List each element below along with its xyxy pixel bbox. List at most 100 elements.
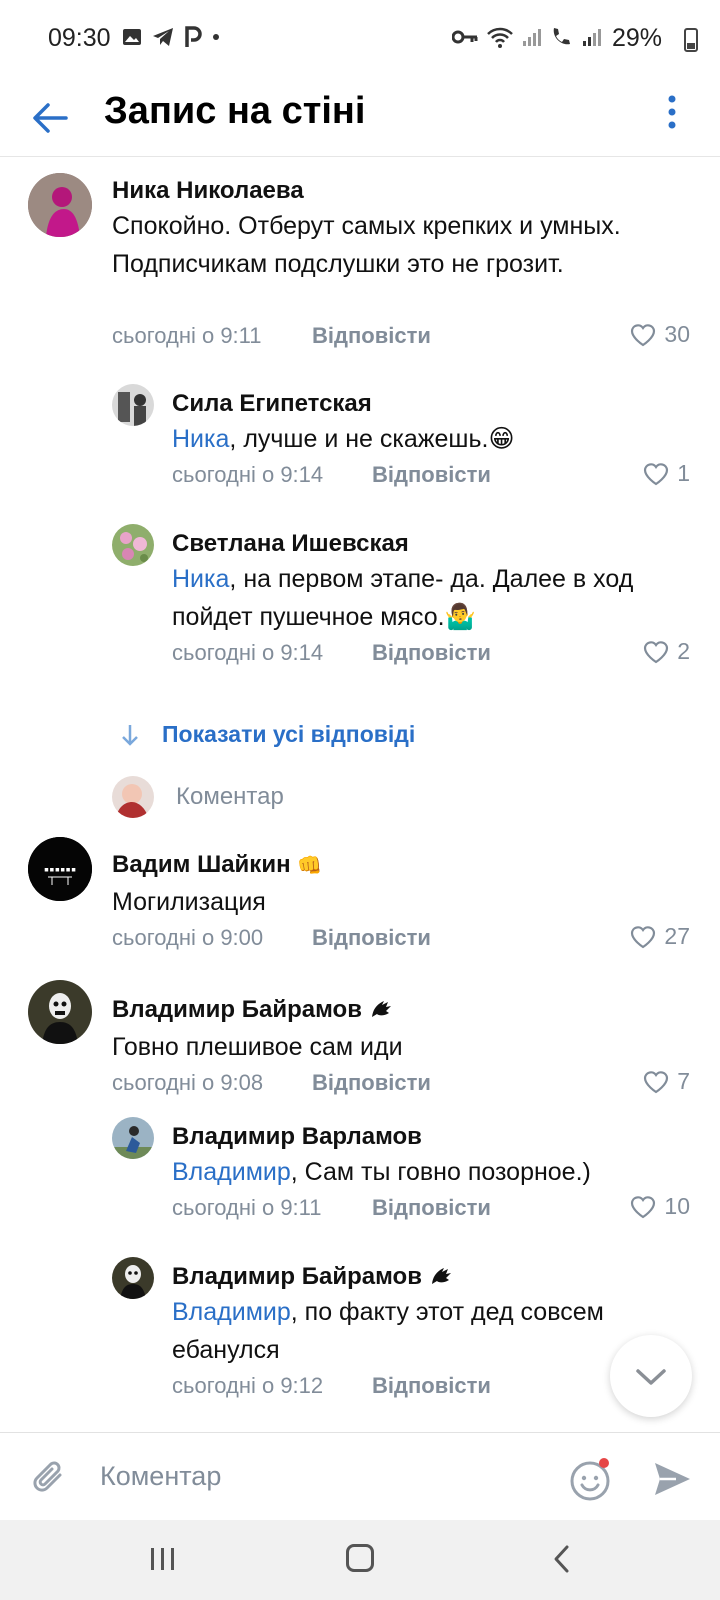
heart-icon [644,640,669,663]
attach-icon[interactable] [30,1457,70,1499]
comment-author[interactable]: Вадим Шайкин 👊 [112,851,322,879]
gallery-icon [123,29,141,45]
like-button[interactable]: 10 [630,1193,690,1220]
like-button[interactable]: 27 [630,923,690,950]
comment: Ника Николаева Спокойно. Отберут самых к… [0,157,720,357]
like-button[interactable]: 30 [630,321,690,348]
arrow-down-icon [122,724,138,746]
avatar[interactable] [112,1257,154,1299]
status-bar: 09:30 29% [0,0,720,80]
dot-icon [213,34,219,40]
comment-time: сьогодні о 9:14 [172,640,324,665]
battery-icon [684,28,698,52]
heart-icon [644,1070,669,1093]
comment-time: сьогодні о 9:08 [112,1070,264,1095]
avatar[interactable] [112,524,154,566]
comment-author[interactable]: Сила Египетская [172,390,372,418]
avatar[interactable] [28,173,92,237]
heart-icon [631,925,656,948]
like-count: 7 [677,1068,690,1094]
comment-text: Спокойно. Отберут самых крепких и умных.… [112,212,621,278]
reply-button[interactable]: Відповісти [312,1070,431,1096]
comment-time: сьогодні о 9:12 [172,1373,324,1398]
reply-button[interactable]: Відповісти [312,323,431,349]
like-count: 10 [664,1193,690,1219]
comment-author[interactable]: Владимир Байрамов [172,1263,453,1291]
fist-badge-icon: 👊 [297,855,323,877]
comment-text: Говно плешивое сам иди [112,1033,403,1061]
comment-prompt[interactable]: Коментар [176,783,284,811]
avatar[interactable] [28,980,92,1044]
comment: Владимир Байрамов Говно плешивое сам иди… [0,980,720,1100]
like-count: 2 [677,638,690,664]
show-all-replies-button[interactable]: Показати усі відповіді [120,721,415,748]
comment-text: Ника, лучше и не скажешь.😁 [172,420,682,458]
status-time: 09:30 [48,24,111,52]
mention-link[interactable]: Владимир [172,1158,291,1186]
show-all-replies-label: Показати усі відповіді [162,721,416,747]
reply-button[interactable]: Відповісти [372,462,491,488]
like-count: 30 [664,321,690,347]
like-button[interactable]: 2 [643,638,690,665]
like-count: 27 [664,923,690,949]
reply-comment: Светлана Ишевская Ника, на первом этапе-… [0,520,720,680]
comment-author[interactable]: Владимир Байрамов [112,996,393,1024]
svg-text:▪▪▪▪▪▪: ▪▪▪▪▪▪ [44,865,77,875]
dragon-badge-icon [431,1268,451,1284]
avatar[interactable]: ▪▪▪▪▪▪ [28,837,92,901]
comment-author[interactable]: Светлана Ишевская [172,530,409,558]
send-icon[interactable] [652,1459,692,1499]
mention-link[interactable]: Ника [172,425,229,453]
top-app-bar: Запис на стіні [0,80,720,157]
wifi-icon [487,27,513,48]
key-icon [452,30,478,44]
comment-body: , Сам ты говно позорное.) [290,1158,591,1186]
recent-apps-icon[interactable] [148,1546,178,1572]
avatar[interactable] [112,384,154,426]
comments-list[interactable]: Ника Николаева Спокойно. Отберут самых к… [0,157,720,1432]
heart-icon [631,323,656,346]
signal-icon [523,29,541,46]
author-name: Владимир Байрамов [112,996,362,1023]
avatar[interactable] [112,1117,154,1159]
heart-icon [644,462,669,485]
reply-comment: Владимир Варламов Владимир, Сам ты говно… [0,1115,720,1235]
comment-composer: Коментар [0,1432,720,1521]
scroll-down-button[interactable] [610,1335,692,1417]
like-button[interactable]: 1 [643,460,690,487]
parking-icon [185,26,202,47]
reply-button[interactable]: Відповісти [372,640,491,666]
call-icon [553,28,570,45]
comment: ▪▪▪▪▪▪ Вадим Шайкин 👊 Могилизация сьогод… [0,831,720,951]
emoji-icon[interactable] [568,1457,612,1501]
comment-body: , лучше и не скажешь.😁 [229,425,515,453]
like-count: 1 [677,460,690,486]
my-avatar [112,776,154,818]
comment-text: Ника, на первом этапе- да. Далее в ход п… [172,560,672,636]
like-button[interactable]: 7 [643,1068,690,1095]
back-arrow-icon[interactable] [30,98,70,138]
home-icon[interactable] [346,1544,374,1572]
more-options-icon[interactable] [664,92,680,132]
chevron-down-icon [636,1369,666,1385]
comment-time: сьогодні о 9:11 [172,1195,322,1220]
reply-button[interactable]: Відповісти [312,925,431,951]
mention-link[interactable]: Владимир [172,1298,291,1326]
notification-icons [122,26,220,48]
comment-author[interactable]: Ника Николаева [112,177,304,205]
dragon-badge-icon [371,1001,391,1017]
comment-input[interactable]: Коментар [100,1461,221,1492]
reply-button[interactable]: Відповісти [372,1195,491,1221]
mention-link[interactable]: Ника [172,565,229,593]
comment-author[interactable]: Владимир Варламов [172,1123,422,1151]
reply-comment: Сила Египетская Ника, лучше и не скажешь… [0,380,720,500]
comment-text: Владимир, Сам ты говно позорное.) [172,1153,682,1191]
system-navigation-bar [0,1520,720,1600]
author-name: Вадим Шайкин [112,851,291,878]
comment-time: сьогодні о 9:14 [172,462,324,487]
reply-button[interactable]: Відповісти [372,1373,491,1399]
battery-percent: 29% [611,24,662,52]
nav-back-icon[interactable] [552,1544,572,1574]
comment-text: Могилизация [112,888,266,916]
signal-2-icon [583,29,601,46]
